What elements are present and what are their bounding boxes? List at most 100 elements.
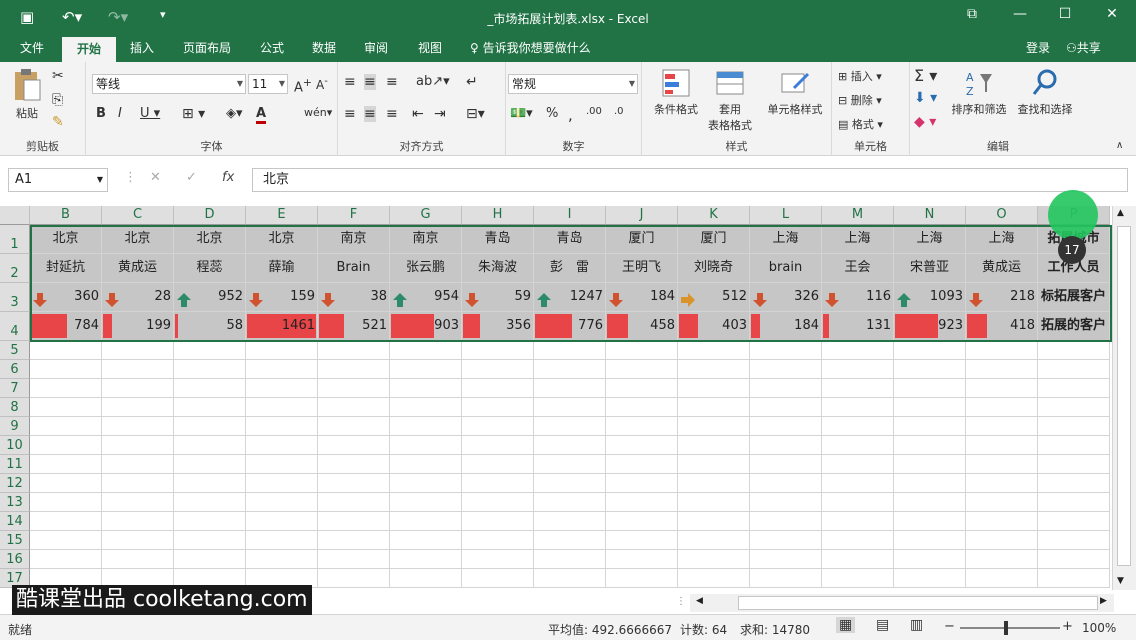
row-header[interactable]: 8 (0, 398, 30, 417)
data-cell[interactable]: 上海 (822, 225, 894, 254)
empty-cell[interactable] (606, 569, 678, 588)
empty-cell[interactable] (822, 493, 894, 512)
empty-cell[interactable] (894, 455, 966, 474)
empty-cell[interactable] (894, 379, 966, 398)
empty-cell[interactable] (30, 531, 102, 550)
empty-cell[interactable] (102, 398, 174, 417)
data-cell[interactable]: 北京 (174, 225, 246, 254)
empty-cell[interactable] (390, 550, 462, 569)
row-header[interactable]: 11 (0, 455, 30, 474)
tab-home[interactable]: 开始 (62, 37, 116, 62)
column-header[interactable]: K (678, 206, 750, 225)
empty-cell[interactable] (678, 398, 750, 417)
empty-cell[interactable] (246, 493, 318, 512)
empty-cell[interactable] (30, 474, 102, 493)
empty-cell[interactable] (30, 360, 102, 379)
empty-cell[interactable] (462, 531, 534, 550)
font-size-select[interactable]: 11 ▼ (248, 74, 288, 94)
decrease-indent-icon[interactable]: ⇤ (412, 106, 424, 122)
split-icon[interactable]: ⋮ (676, 596, 686, 607)
format-as-table-button[interactable]: 套用 表格格式 (702, 68, 758, 133)
empty-cell[interactable] (894, 417, 966, 436)
formula-input[interactable]: 北京 (252, 168, 1128, 192)
empty-cell[interactable] (678, 531, 750, 550)
bold-icon[interactable]: B (96, 106, 106, 121)
empty-cell[interactable] (462, 474, 534, 493)
empty-cell[interactable] (966, 341, 1038, 360)
empty-cell[interactable] (678, 550, 750, 569)
empty-cell[interactable] (966, 436, 1038, 455)
name-box[interactable]: A1 ▼ (8, 168, 108, 192)
empty-cell[interactable] (678, 493, 750, 512)
empty-cell[interactable] (534, 512, 606, 531)
empty-cell[interactable] (174, 436, 246, 455)
find-select-button[interactable]: 查找和选择 (1012, 68, 1078, 117)
tab-insert[interactable]: 插入 (120, 36, 164, 62)
row-header[interactable]: 3 (0, 283, 30, 312)
empty-cell[interactable] (246, 436, 318, 455)
empty-cell[interactable] (1038, 550, 1110, 569)
data-cell[interactable]: 1093 (894, 283, 966, 312)
data-cell[interactable]: 776 (534, 312, 606, 341)
empty-cell[interactable] (822, 474, 894, 493)
empty-cell[interactable] (462, 360, 534, 379)
data-cell[interactable]: 北京 (246, 225, 318, 254)
cell-styles-button[interactable]: 单元格样式 (762, 68, 828, 117)
empty-cell[interactable] (894, 569, 966, 588)
page-layout-view-icon[interactable]: ▤ (876, 617, 889, 633)
empty-cell[interactable] (966, 474, 1038, 493)
collapse-ribbon-icon[interactable]: ∧ (1116, 140, 1123, 151)
empty-cell[interactable] (246, 417, 318, 436)
data-cell[interactable]: 南京 (318, 225, 390, 254)
vertical-scroll-thumb[interactable] (1117, 226, 1131, 566)
column-header[interactable]: F (318, 206, 390, 225)
data-cell[interactable]: 薛瑜 (246, 254, 318, 283)
data-cell[interactable]: 159 (246, 283, 318, 312)
empty-cell[interactable] (1038, 512, 1110, 531)
empty-cell[interactable] (318, 398, 390, 417)
borders-icon[interactable]: ⊞ ▾ (182, 106, 205, 122)
italic-icon[interactable]: I (118, 106, 122, 121)
empty-cell[interactable] (30, 455, 102, 474)
empty-cell[interactable] (246, 455, 318, 474)
data-cell[interactable]: 1247 (534, 283, 606, 312)
data-cell[interactable]: 356 (462, 312, 534, 341)
data-cell[interactable]: 184 (606, 283, 678, 312)
empty-cell[interactable] (606, 379, 678, 398)
worksheet-grid[interactable]: BCDEFGHIJKLMNOP1234567891011121314151617… (0, 206, 1112, 590)
data-cell[interactable]: 218 (966, 283, 1038, 312)
empty-cell[interactable] (1038, 417, 1110, 436)
scroll-down-icon[interactable]: ▼ (1117, 576, 1124, 586)
data-cell[interactable]: 厦门 (678, 225, 750, 254)
empty-cell[interactable] (534, 531, 606, 550)
row-header[interactable]: 15 (0, 531, 30, 550)
empty-cell[interactable] (318, 531, 390, 550)
empty-cell[interactable] (606, 474, 678, 493)
empty-cell[interactable] (966, 360, 1038, 379)
empty-cell[interactable] (246, 550, 318, 569)
empty-cell[interactable] (966, 493, 1038, 512)
empty-cell[interactable] (318, 569, 390, 588)
empty-cell[interactable] (246, 398, 318, 417)
empty-cell[interactable] (390, 360, 462, 379)
column-header[interactable]: L (750, 206, 822, 225)
column-header[interactable]: I (534, 206, 606, 225)
wrap-text-icon[interactable]: ↵ (466, 74, 478, 90)
empty-cell[interactable] (894, 341, 966, 360)
empty-cell[interactable] (174, 417, 246, 436)
empty-cell[interactable] (1038, 493, 1110, 512)
column-header[interactable]: G (390, 206, 462, 225)
empty-cell[interactable] (102, 341, 174, 360)
empty-cell[interactable] (894, 493, 966, 512)
empty-cell[interactable] (894, 360, 966, 379)
empty-cell[interactable] (246, 341, 318, 360)
empty-cell[interactable] (318, 474, 390, 493)
empty-cell[interactable] (102, 474, 174, 493)
empty-cell[interactable] (894, 398, 966, 417)
empty-cell[interactable] (750, 550, 822, 569)
empty-cell[interactable] (822, 341, 894, 360)
data-cell[interactable]: 521 (318, 312, 390, 341)
select-all-button[interactable] (0, 206, 30, 225)
column-header[interactable]: B (30, 206, 102, 225)
empty-cell[interactable] (678, 474, 750, 493)
